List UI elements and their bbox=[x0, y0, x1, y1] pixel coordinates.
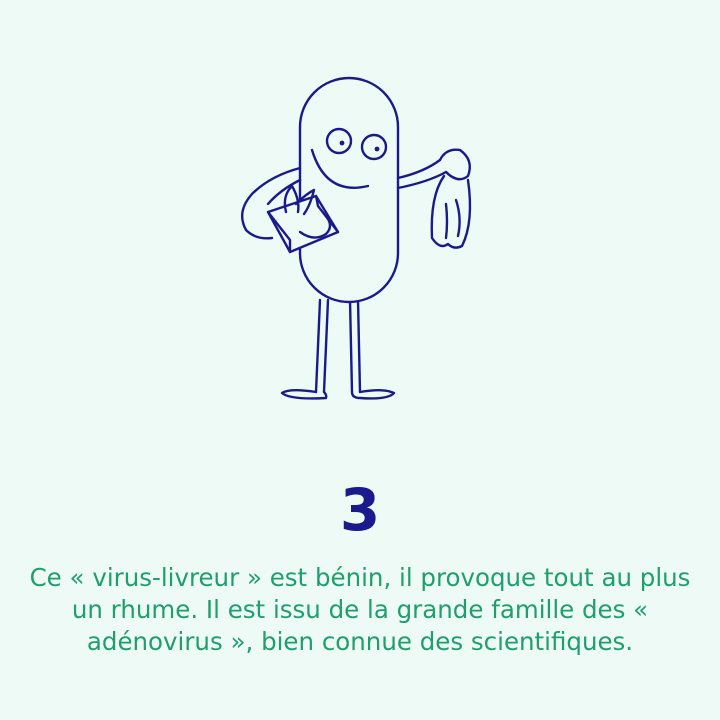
left-leg bbox=[314, 298, 330, 394]
right-eye bbox=[360, 133, 388, 161]
step-number: 3 bbox=[339, 476, 381, 544]
left-eye bbox=[325, 127, 353, 155]
virus-character-illustration bbox=[0, 0, 720, 460]
hanging-tissue bbox=[430, 174, 472, 249]
left-foot bbox=[280, 389, 328, 400]
caption-text: Ce « virus-livreur » est bénin, il provo… bbox=[29, 563, 691, 656]
right-foot bbox=[350, 389, 396, 400]
right-arm bbox=[396, 158, 442, 180]
right-leg bbox=[348, 298, 362, 394]
virus-character-with-tissues-icon bbox=[240, 76, 472, 400]
